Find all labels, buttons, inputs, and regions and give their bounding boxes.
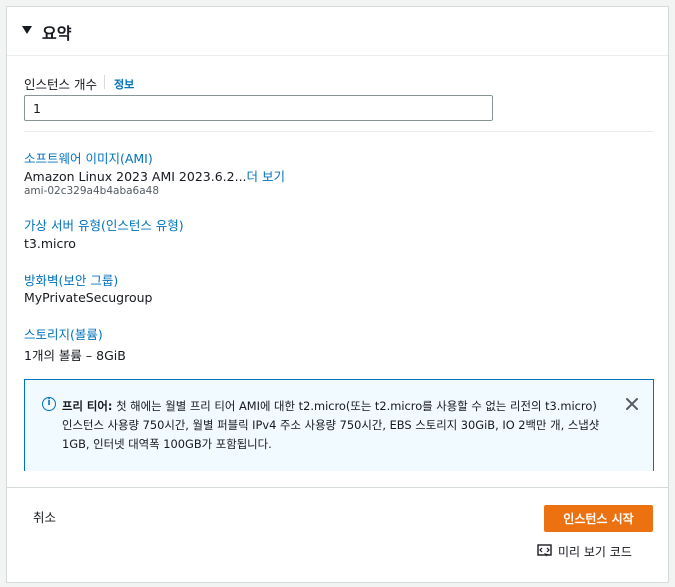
- ami-more-link[interactable]: 더 보기: [247, 169, 285, 184]
- ami-id: ami-02c329a4b4aba6a48: [24, 185, 160, 197]
- ami-value: Amazon Linux 2023 AMI 2023.6.2...더 보기: [24, 166, 285, 185]
- summary-title: 요약: [42, 24, 72, 43]
- instance-count-info-link[interactable]: 정보: [114, 76, 134, 92]
- cancel-button[interactable]: 취소: [33, 507, 56, 526]
- instance-type-link[interactable]: 가상 서버 유형(인스턴스 유형): [24, 215, 184, 234]
- firewall-link[interactable]: 방화벽(보안 그룹): [24, 270, 118, 289]
- caret-down-icon[interactable]: [22, 26, 32, 34]
- preview-code-label: 미리 보기 코드: [558, 545, 632, 559]
- software-image-link[interactable]: 소프트웨어 이미지(AMI): [24, 148, 153, 167]
- instance-count-label: 인스턴스 개수: [24, 77, 97, 92]
- instance-type-value: t3.micro: [24, 236, 76, 251]
- launch-instance-button[interactable]: 인스턴스 시작: [544, 505, 653, 532]
- firewall-value: MyPrivateSecugroup: [24, 290, 153, 305]
- summary-panel: 요약 인스턴스 개수 정보 소프트웨어 이미지(AMI) Amazon Linu…: [6, 6, 669, 583]
- alert-text: 프리 티어: 첫 해에는 월별 프리 티어 AMI에 대한 t2.micro(또…: [62, 397, 602, 454]
- close-icon[interactable]: [624, 396, 640, 412]
- instance-count-input[interactable]: [24, 95, 493, 121]
- info-icon: i: [42, 397, 56, 411]
- divider: [24, 131, 654, 132]
- storage-value: 1개의 볼륨 – 8GiB: [24, 348, 126, 363]
- footer-divider: [7, 487, 668, 488]
- label-separator: [104, 75, 105, 89]
- summary-header[interactable]: 요약: [7, 7, 668, 56]
- code-preview-icon: [537, 544, 552, 557]
- ami-name: Amazon Linux 2023 AMI 2023.6.2...: [24, 169, 247, 184]
- alert-title: 프리 티어:: [62, 399, 113, 413]
- alert-message: 첫 해에는 월별 프리 티어 AMI에 대한 t2.micro(또는 t2.mi…: [62, 399, 600, 451]
- storage-link[interactable]: 스토리지(볼륨): [24, 324, 103, 343]
- free-tier-alert: i 프리 티어: 첫 해에는 월별 프리 티어 AMI에 대한 t2.micro…: [24, 379, 654, 471]
